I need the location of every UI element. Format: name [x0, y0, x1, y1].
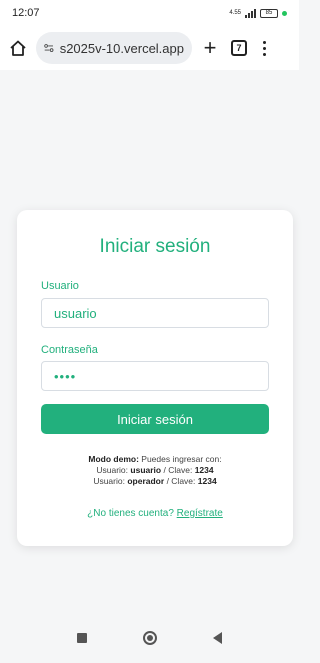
site-settings-icon	[44, 44, 54, 52]
demo-credentials-line-2: Usuario: operador / Clave: 1234	[41, 476, 269, 487]
demo-intro: Puedes ingresar con:	[141, 454, 222, 464]
login-button[interactable]: Iniciar sesión	[41, 404, 269, 434]
demo-pass-prefix: / Clave:	[166, 476, 196, 486]
register-link[interactable]: Regístrate	[177, 508, 223, 519]
network-speed: 4.55	[229, 10, 241, 16]
menu-dot-icon	[262, 40, 266, 44]
back-icon[interactable]	[213, 632, 222, 644]
browser-toolbar: s2025v-10.vercel.app + 7	[0, 26, 299, 70]
recents-icon[interactable]	[77, 633, 87, 643]
password-input[interactable]: ••••	[41, 361, 269, 391]
demo-password: 1234	[194, 465, 214, 475]
browser-menu-button[interactable]	[256, 36, 272, 60]
new-tab-button[interactable]: +	[198, 35, 222, 60]
demo-intro-line: Modo demo: Puedes ingresar con:	[41, 454, 269, 465]
home-icon	[10, 40, 26, 56]
status-time: 12:07	[12, 7, 40, 19]
status-bar: 12:07 4.55 85	[0, 0, 299, 26]
address-bar[interactable]: s2025v-10.vercel.app	[36, 32, 192, 64]
demo-user-prefix: Usuario:	[93, 476, 125, 486]
demo-password: 1234	[197, 476, 217, 486]
home-button[interactable]	[6, 36, 30, 60]
signal-icon	[245, 8, 256, 18]
register-prompt: ¿No tienes cuenta? Regístrate	[41, 508, 269, 519]
demo-pass-prefix: / Clave:	[163, 465, 193, 475]
status-indicators: 4.55 85	[229, 8, 287, 18]
demo-username: operador	[127, 476, 165, 486]
username-label: Usuario	[41, 280, 79, 292]
tab-count: 7	[231, 40, 247, 56]
menu-dot-icon	[262, 46, 266, 50]
username-input[interactable]: usuario	[41, 298, 269, 328]
demo-heading: Modo demo:	[88, 454, 139, 464]
battery-icon: 85	[260, 8, 278, 18]
register-question: ¿No tienes cuenta?	[87, 508, 174, 519]
demo-info: Modo demo: Puedes ingresar con: Usuario:…	[41, 454, 269, 487]
demo-credentials-line-1: Usuario: usuario / Clave: 1234	[41, 465, 269, 476]
home-nav-icon[interactable]	[143, 631, 157, 645]
login-title: Iniciar sesión	[99, 236, 211, 257]
demo-user-prefix: Usuario:	[96, 465, 129, 475]
url-text: s2025v-10.vercel.app	[59, 40, 184, 56]
privacy-dot-icon	[282, 10, 287, 16]
password-label: Contraseña	[41, 344, 98, 356]
system-nav-bar	[0, 613, 299, 663]
tab-switcher-button[interactable]: 7	[228, 37, 250, 59]
demo-username: usuario	[130, 465, 162, 475]
menu-dot-icon	[262, 52, 266, 56]
login-card: Iniciar sesión Usuario usuario Contraseñ…	[17, 210, 293, 546]
